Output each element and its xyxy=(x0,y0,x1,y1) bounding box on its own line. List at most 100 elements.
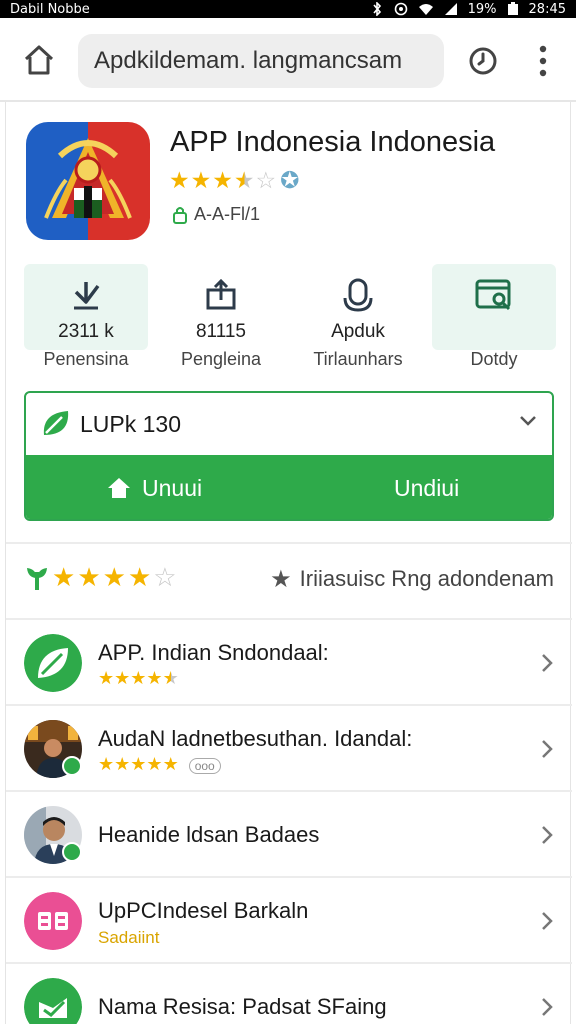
verified-badge-icon xyxy=(62,842,82,862)
star-icon: ★ xyxy=(114,668,131,689)
review-tag: ooo xyxy=(188,757,221,774)
stat-label: Pengleina xyxy=(180,349,262,369)
list-item-rating: ★★★★★ ooo xyxy=(98,756,221,775)
microphone-icon xyxy=(343,278,373,312)
stat-value: 2311 k xyxy=(58,321,114,342)
stat-shares[interactable]: 81115 Pengleina xyxy=(159,264,283,369)
stat-downloads[interactable]: 2311 k Penensina xyxy=(24,264,148,369)
rating-summary-stars: ★ ★ ★ ★ ☆ xyxy=(24,564,177,592)
star-icon: ★ xyxy=(270,565,292,593)
list-item-title: AudaN ladnetbesuthan. Idandal: xyxy=(98,726,413,751)
list-item-subtext: Sadaiint xyxy=(98,928,160,947)
home-icon xyxy=(108,478,130,498)
download-icon xyxy=(74,282,100,310)
carrier-name: Dabil Nobbe xyxy=(10,1,90,17)
app-detail-page: APP Indonesia Indonesia ★ ★ ★ ★ ☆ ✪ A-A-… xyxy=(5,102,572,1024)
star-icon: ★ xyxy=(190,168,212,194)
clock: 28:45 xyxy=(528,1,566,17)
list-item[interactable]: APP. Indian Sndondaal: ★★★★★ xyxy=(6,620,572,706)
empty-star-icon: ☆ xyxy=(255,168,277,194)
rating-summary-row: ★ ★ ★ ★ ☆ ★ Iriiasuisc Rng adondenam xyxy=(24,562,554,598)
app-title: APP Indonesia Indonesia xyxy=(170,126,496,158)
star-icon: ★ xyxy=(102,563,126,593)
stat-label: Dotdy xyxy=(470,349,518,369)
history-button[interactable] xyxy=(468,46,498,76)
list-item[interactable]: Heanide ldsan Badaes xyxy=(6,792,572,878)
wifi-icon xyxy=(418,4,433,15)
star-icon: ★ xyxy=(127,563,152,593)
bluetooth-icon xyxy=(373,2,381,16)
list-item[interactable]: Nama Resisa: Padsat SFaing xyxy=(6,964,572,1024)
half-star-icon: ★ xyxy=(162,668,179,689)
document-search-icon xyxy=(475,279,511,311)
rating-filter-label: Iriiasuisc Rng adondenam xyxy=(299,566,554,591)
home-button[interactable] xyxy=(22,44,56,76)
divider xyxy=(6,542,572,544)
plant-icon xyxy=(27,568,47,590)
chevron-right-icon xyxy=(542,912,553,930)
sync-icon xyxy=(394,2,407,16)
status-bar: Dabil Nobbe 19% 28:45 xyxy=(0,0,576,18)
star-icon: ★ xyxy=(130,754,147,775)
rating-filter[interactable]: ★ Iriiasuisc Rng adondenam xyxy=(270,566,554,592)
stat-audio[interactable]: Apduk Tirlaunhars xyxy=(296,264,420,369)
list-item-title: Nama Resisa: Padsat SFaing xyxy=(98,994,387,1019)
share-icon xyxy=(206,278,236,310)
list-item-title: Heanide ldsan Badaes xyxy=(98,822,320,847)
star-icon: ★ xyxy=(98,668,115,689)
chevron-right-icon xyxy=(542,740,553,758)
app-rating-stars: ★ ★ ★ ★ ☆ ✪ xyxy=(169,170,299,193)
star-icon: ★ xyxy=(146,754,163,775)
chevron-down-icon xyxy=(520,416,536,426)
star-icon: ★ xyxy=(146,668,163,689)
secondary-action-label: Undiui xyxy=(394,474,460,501)
clock-icon xyxy=(469,47,497,75)
stat-value: Apduk xyxy=(331,321,385,342)
install-card: LUPk 130 Unuui Undiui xyxy=(24,391,554,521)
verified-badge-icon xyxy=(62,756,82,776)
grid-logo-avatar xyxy=(24,892,82,950)
star-icon: ★ xyxy=(98,754,115,775)
half-star-icon: ★ xyxy=(233,168,255,194)
lock-icon xyxy=(173,206,187,224)
star-icon: ★ xyxy=(212,168,233,194)
stat-value: 81115 xyxy=(195,321,246,342)
list-item-title: UpPCIndesel Barkaln xyxy=(98,898,309,923)
list-item[interactable]: UpPCIndesel Barkaln Sadaiint xyxy=(6,878,572,964)
overflow-menu-button[interactable] xyxy=(532,44,554,78)
chevron-right-icon xyxy=(542,998,553,1016)
battery-icon xyxy=(507,2,518,15)
list-item-rating: ★★★★★ xyxy=(98,670,179,689)
star-icon: ★ xyxy=(114,754,131,775)
chevron-right-icon xyxy=(542,654,553,672)
stat-label: Penensina xyxy=(43,349,129,369)
star-icon: ★ xyxy=(162,754,179,775)
app-stats: 2311 k Penensina 81115 Pengleina Apduk T… xyxy=(24,264,556,382)
version-selector[interactable]: LUPk 130 xyxy=(26,393,552,455)
browser-toolbar: Apdkildemam. langmancsam xyxy=(0,18,576,102)
more-vertical-icon xyxy=(539,45,547,77)
leaf-logo-avatar xyxy=(24,634,82,692)
battery-percent: 19% xyxy=(467,1,497,17)
action-bar: Unuui Undiui xyxy=(26,455,552,519)
app-meta-text: A-A-Fl/1 xyxy=(194,204,261,224)
primary-action-label: Unuui xyxy=(142,474,203,501)
verified-star-icon: ✪ xyxy=(280,168,300,194)
chevron-right-icon xyxy=(542,826,553,844)
list-item[interactable]: AudaN ladnetbesuthan. Idandal: ★★★★★ ooo xyxy=(6,706,572,792)
app-meta: A-A-Fl/1 xyxy=(172,204,260,225)
stat-documents[interactable]: Dotdy xyxy=(432,264,556,369)
secondary-action-button[interactable]: Undiui xyxy=(394,455,460,519)
leaf-icon xyxy=(43,411,69,435)
star-icon: ★ xyxy=(77,563,101,593)
address-bar[interactable]: Apdkildemam. langmancsam xyxy=(78,34,444,88)
version-label: LUPk 130 xyxy=(80,411,182,437)
signal-icon xyxy=(444,3,457,15)
star-icon: ★ xyxy=(130,668,147,689)
list-item-subtitle: Sadaiint xyxy=(98,928,159,948)
star-icon: ★ xyxy=(52,563,76,593)
check-logo-avatar xyxy=(24,978,82,1024)
empty-star-icon: ☆ xyxy=(153,563,177,593)
home-icon xyxy=(24,45,54,75)
primary-action-button[interactable]: Unuui xyxy=(106,455,203,519)
